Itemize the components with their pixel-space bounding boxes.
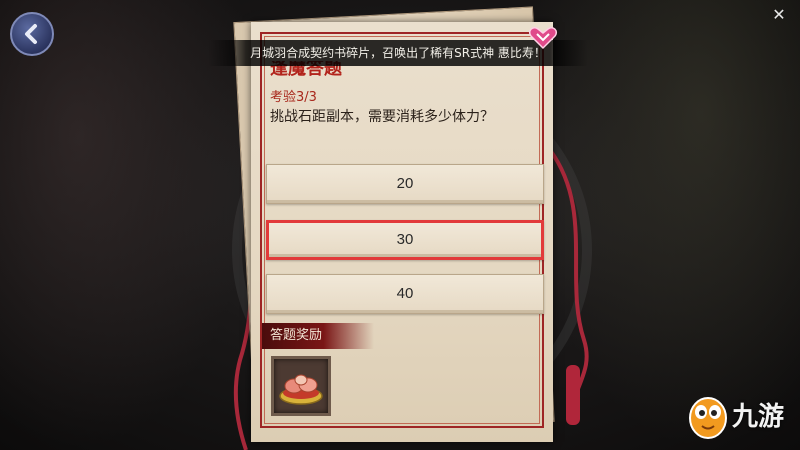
chevron-left-icon — [25, 24, 37, 44]
back-button[interactable] — [10, 12, 54, 56]
watermark-text: 九游 — [732, 401, 785, 432]
watermark-logo: 九游 — [688, 384, 796, 444]
background-glow-left — [0, 0, 260, 450]
food-dish-icon — [279, 374, 323, 405]
reward-item-slot[interactable] — [271, 356, 331, 416]
reward-label: 答题奖励 — [262, 323, 374, 349]
close-icon: ✕ — [772, 5, 786, 24]
quiz-question: 挑战石距副本，需要消耗多少体力？ — [270, 109, 494, 125]
heart-icon[interactable] — [528, 26, 558, 50]
right-rope — [548, 148, 589, 425]
quiz-progress: 考验3/3 — [270, 90, 317, 105]
mascot-icon — [689, 397, 727, 439]
answer-option-2[interactable]: 30 — [266, 220, 544, 260]
answer-option-3[interactable]: 40 — [266, 274, 544, 314]
answer-option-1[interactable]: 20 — [266, 164, 544, 204]
close-button[interactable]: ✕ — [768, 4, 790, 26]
